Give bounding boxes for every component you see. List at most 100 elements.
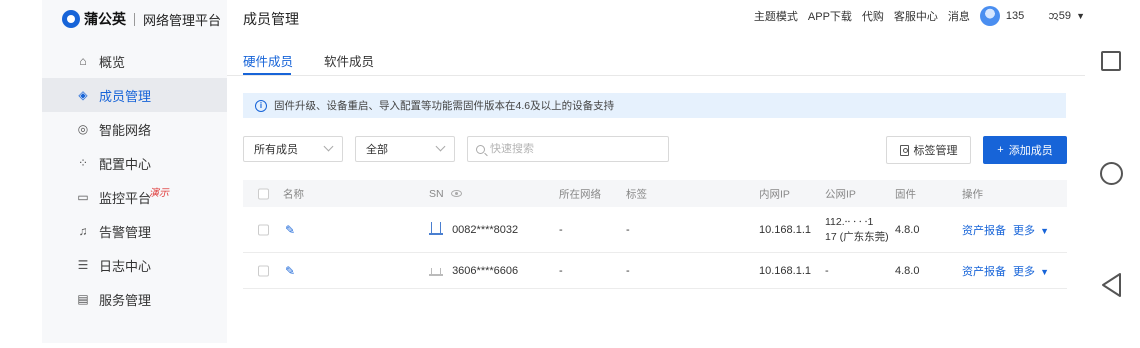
col-name: 名称 [283, 188, 304, 200]
sidebar-item-label: 日志中心 [99, 258, 152, 274]
sn-cell: 0082****8032 [429, 222, 519, 236]
chevron-down-icon [323, 141, 334, 152]
brand-name: 蒲公英 [84, 11, 126, 27]
home-icon: ⌂ [79, 54, 87, 68]
col-lan-ip: 内网IP [759, 188, 790, 200]
sn-cell: 3606****6606 [429, 265, 518, 277]
status-select[interactable]: 全部 [355, 136, 455, 162]
home-button[interactable] [1100, 162, 1123, 185]
asset-report-link[interactable]: 资产报备 [962, 222, 1006, 238]
wan-ip-line1: 112.⸱⸱ ⸱ ⸱ ⸱1 [825, 215, 874, 228]
asset-report-link[interactable]: 资产报备 [962, 263, 1006, 279]
status-value: 全部 [366, 144, 388, 156]
active-tab-indicator [243, 73, 291, 75]
lan-ip-value: 10.168.1.1 [759, 264, 811, 277]
recent-apps-button[interactable] [1101, 51, 1121, 71]
search-box [467, 136, 669, 162]
edit-icon[interactable]: ✎ [285, 223, 295, 237]
sidebar-item-label: 监控平台 [99, 190, 152, 206]
info-icon: i [255, 99, 267, 112]
col-sn: SN [429, 188, 462, 200]
select-all-checkbox[interactable] [258, 188, 269, 199]
sidebar-item-monitor[interactable]: ▭ 监控平台 演示 [42, 180, 227, 214]
eye-icon[interactable] [450, 190, 462, 198]
brand[interactable]: 蒲公英 网络管理平台 [62, 8, 221, 30]
purchase-link[interactable]: 代购 [862, 8, 884, 24]
sidebar: 蒲公英 网络管理平台 ⌂ 概览 ◈ 成员管理 ◎ 智能网络 ⁘ 配置中心 ▭ 监… [42, 0, 227, 343]
wan-ip-value: - [825, 264, 829, 277]
notice-text: 固件升级、设备重启、导入配置等功能需固件版本在4.6及以上的设备支持 [274, 100, 615, 112]
sidebar-item-label: 配置中心 [99, 156, 152, 172]
more-menu[interactable]: 更多 ▼ [1013, 222, 1049, 238]
grid-icon: ⁘ [77, 156, 89, 170]
caret-down-icon: ▼ [1076, 11, 1085, 21]
user-name: ᩋ59 [1048, 10, 1072, 22]
plus-icon: + [997, 144, 1004, 156]
sn-value: 0082****8032 [452, 223, 519, 236]
theme-mode-link[interactable]: 主题模式 [754, 8, 798, 24]
brand-divider [134, 12, 135, 26]
page-title: 成员管理 [243, 11, 299, 27]
sidebar-item-overview[interactable]: ⌂ 概览 [42, 44, 227, 78]
monitor-icon: ▭ [77, 190, 89, 204]
back-button[interactable] [1100, 272, 1124, 298]
sidebar-item-label: 告警管理 [99, 224, 152, 240]
tab-software-members[interactable]: 软件成员 [324, 51, 374, 70]
tag-icon [899, 144, 909, 156]
member-tabs: 硬件成员 软件成员 [227, 42, 1085, 76]
col-actions: 操作 [962, 188, 983, 200]
wan-ip-cell: 112.⸱⸱ ⸱ ⸱ ⸱1 17 (广东东莞) [825, 215, 889, 245]
header-links: 主题模式 APP下载 代购 客服中心 消息 135 ᩋ59 ▼ [754, 6, 1085, 26]
info-notice: i 固件升级、设备重启、导入配置等功能需固件版本在4.6及以上的设备支持 [243, 93, 1066, 118]
service-icon: ▤ [77, 292, 89, 306]
sidebar-item-members[interactable]: ◈ 成员管理 [42, 78, 227, 112]
lan-ip-value: 10.168.1.1 [759, 223, 811, 236]
network-value: - [559, 223, 563, 236]
user-menu[interactable]: ᩋ59 ▼ [1048, 7, 1085, 25]
sidebar-item-services[interactable]: ▤ 服务管理 [42, 282, 227, 316]
search-input[interactable] [490, 143, 660, 155]
more-menu[interactable]: 更多 ▼ [1013, 263, 1049, 279]
sidebar-item-smart-network[interactable]: ◎ 智能网络 [42, 112, 227, 146]
table-row: ✎ 3606****6606 - - 10.168.1.1 - 4.8.0 资产… [243, 253, 1067, 289]
bell-icon: ♫ [78, 224, 88, 238]
app-window: 蒲公英 网络管理平台 ⌂ 概览 ◈ 成员管理 ◎ 智能网络 ⁘ 配置中心 ▭ 监… [42, 0, 1085, 343]
avatar[interactable] [979, 6, 1000, 26]
edit-icon[interactable]: ✎ [285, 264, 295, 278]
user-id[interactable]: 135 [1006, 10, 1024, 22]
col-network: 所在网络 [559, 188, 601, 200]
col-tag: 标签 [626, 188, 647, 200]
router-icon [429, 222, 443, 236]
app-download-link[interactable]: APP下载 [808, 8, 852, 24]
member-type-select[interactable]: 所有成员 [243, 136, 343, 162]
add-member-button[interactable]: + 添加成员 [983, 136, 1067, 164]
row-checkbox[interactable] [258, 265, 269, 276]
router-icon [429, 265, 443, 277]
wan-ip-line2: 17 (广东东莞) [825, 230, 889, 243]
sn-value: 3606****6606 [452, 264, 519, 277]
row-checkbox[interactable] [258, 224, 269, 235]
tab-hardware-members[interactable]: 硬件成员 [243, 51, 293, 70]
sidebar-item-label: 服务管理 [99, 292, 152, 308]
firmware-value: 4.8.0 [895, 223, 920, 236]
tag-manage-label: 标签管理 [913, 145, 958, 157]
members-table: 名称 SN 所在网络 标签 内网IP 公网IP 固件 操作 ✎ 0082****… [243, 180, 1067, 289]
col-firmware: 固件 [895, 188, 916, 200]
tag-manage-button[interactable]: 标签管理 [886, 136, 971, 164]
more-label: 更多 [1013, 224, 1035, 237]
table-row: ✎ 0082****8032 - - 10.168.1.1 112.⸱⸱ ⸱ ⸱… [243, 207, 1067, 253]
support-link[interactable]: 客服中心 [894, 8, 938, 24]
sidebar-item-alerts[interactable]: ♫ 告警管理 [42, 214, 227, 248]
search-icon [476, 144, 485, 154]
col-wan-ip: 公网IP [825, 188, 856, 200]
sidebar-nav: ⌂ 概览 ◈ 成员管理 ◎ 智能网络 ⁘ 配置中心 ▭ 监控平台 演示 ♫ 告警… [42, 44, 227, 316]
layers-icon: ◈ [78, 88, 88, 102]
sidebar-item-logs[interactable]: ☰ 日志中心 [42, 248, 227, 282]
brand-logo-icon [62, 10, 80, 28]
more-label: 更多 [1013, 265, 1035, 278]
sidebar-item-label: 概览 [99, 54, 126, 70]
messages-link[interactable]: 消息 [948, 8, 970, 24]
chevron-down-icon [435, 141, 446, 152]
caret-down-icon: ▼ [1040, 266, 1049, 277]
sidebar-item-config[interactable]: ⁘ 配置中心 [42, 146, 227, 180]
